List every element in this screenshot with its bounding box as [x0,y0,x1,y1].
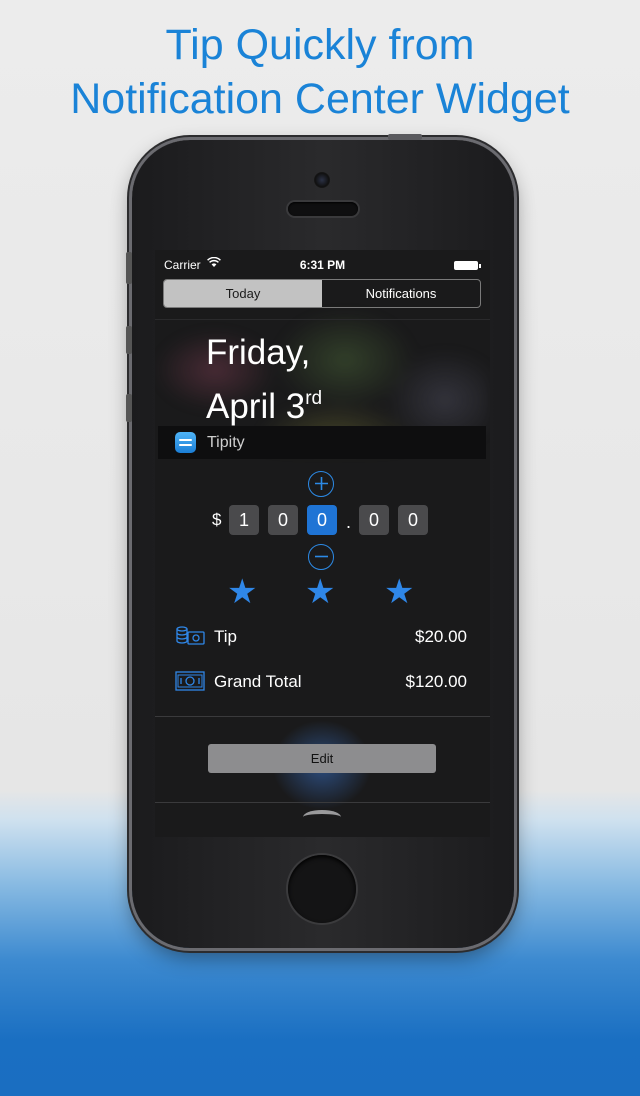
speaker-grille [288,202,358,216]
amount-digit[interactable]: 0 [268,505,298,535]
silent-switch [126,252,132,284]
day-suffix: rd [305,388,323,409]
camera-icon [314,172,330,188]
power-button [388,134,422,140]
weekday: Friday, [206,333,311,372]
month-day-line: April 3rd [206,376,322,430]
home-button[interactable] [288,855,356,923]
grand-total-label: Grand Total [214,672,302,691]
tipity-app-icon [175,432,196,453]
star-icon[interactable]: ★ [227,575,257,609]
divider [155,802,490,803]
widget-app-name: Tipity [207,433,245,451]
coins-icon [176,626,205,645]
grand-total-row: Grand Total $120.00 [175,668,467,698]
volume-up-button [126,326,132,354]
amount-digit[interactable]: 0 [359,505,389,535]
tip-value: $20.00 [415,627,467,646]
amount-digit-selected[interactable]: 0 [307,505,337,535]
widget-header[interactable]: Tipity [158,426,486,459]
amount-digit[interactable]: 0 [398,505,428,535]
phone-screen: Carrier 6:31 PM Today Notifications Frid… [155,250,490,837]
tab-notifications[interactable]: Notifications [322,280,480,307]
volume-down-button [126,394,132,422]
star-icon[interactable]: ★ [384,575,414,609]
headline-line-2: Notification Center Widget [70,75,570,123]
month-day: April 3 [206,387,306,426]
banknotes-icon [175,671,205,691]
star-icon[interactable]: ★ [305,575,335,609]
headline-line-1: Tip Quickly from [165,21,475,69]
decimal-separator: . [346,512,352,532]
divider [155,319,490,320]
increment-button[interactable] [308,471,334,497]
currency-symbol: $ [212,510,222,529]
decrement-button[interactable] [308,544,334,570]
grand-total-value: $120.00 [405,672,467,691]
amount-digit[interactable]: 1 [229,505,259,535]
tip-row: Tip $20.00 [175,623,467,653]
tip-label: Tip [214,627,237,646]
headline: Tip Quickly from Notification Center Wid… [0,18,640,126]
status-bar: Carrier 6:31 PM [155,250,490,278]
tab-bar: Today Notifications [163,279,481,308]
clock: 6:31 PM [299,258,346,272]
battery-icon [454,261,481,270]
edit-button[interactable]: Edit [208,744,436,773]
tab-today[interactable]: Today [164,280,322,307]
date-display: Friday, April 3rd [206,330,322,430]
minus-icon [314,555,328,558]
plus-icon [314,477,328,490]
divider [155,716,490,717]
chevron-up-icon[interactable] [303,810,341,824]
